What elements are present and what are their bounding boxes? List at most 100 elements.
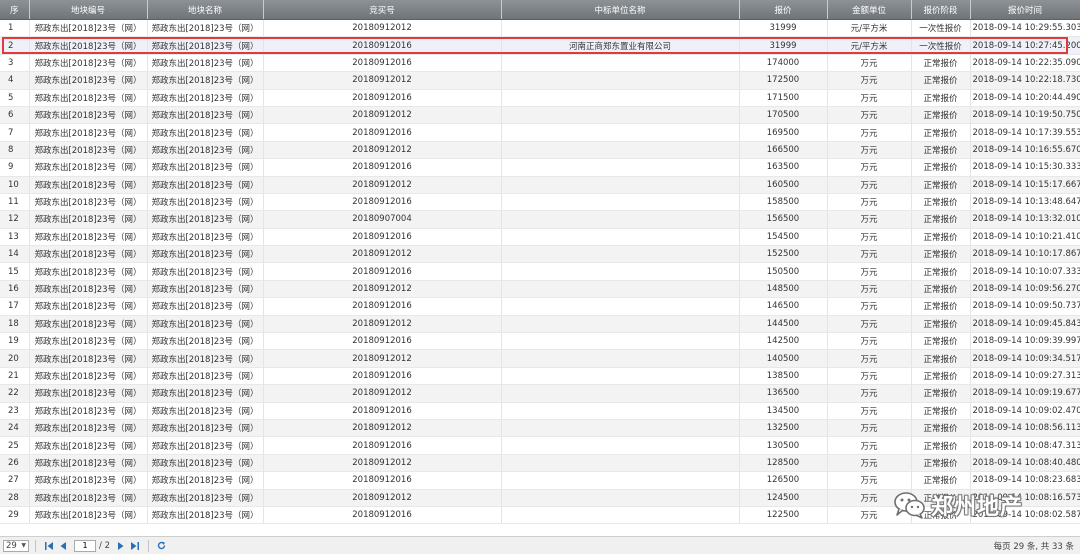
cell-plot-code: 郑政东出[2018]23号（网） — [29, 384, 148, 403]
cell-stage: 正常报价 — [911, 471, 971, 490]
col-header-index[interactable]: 序 — [0, 0, 30, 20]
cell-bid-number: 20180912012 — [263, 245, 502, 264]
table-row[interactable]: 29 郑政东出[2018]23号（网） 郑政东出[2018]23号（网） 201809… — [0, 506, 1080, 525]
cell-plot-code: 郑政东出[2018]23号（网） — [29, 141, 148, 160]
table-row[interactable]: 20 郑政东出[2018]23号（网） 郑政东出[2018]23号（网） 201809… — [0, 349, 1080, 368]
cell-plot-name: 郑政东出[2018]23号（网） — [147, 89, 264, 107]
table-row[interactable]: 15 郑政东出[2018]23号（网） 郑政东出[2018]23号（网） 201809… — [0, 262, 1080, 281]
cell-plot-name: 郑政东出[2018]23号（网） — [147, 19, 264, 38]
table-row[interactable]: 24 郑政东出[2018]23号（网） 郑政东出[2018]23号（网） 201809… — [0, 419, 1080, 438]
col-header-winner[interactable]: 中标单位名称 — [501, 0, 740, 20]
col-header-time[interactable]: 报价时间 — [970, 0, 1080, 20]
cell-price: 144500 — [739, 315, 828, 334]
table-row[interactable]: 3 郑政东出[2018]23号（网） 郑政东出[2018]23号（网） 2018091… — [0, 54, 1080, 73]
table-row[interactable]: 14 郑政东出[2018]23号（网） 郑政东出[2018]23号（网） 201809… — [0, 245, 1080, 264]
table-row[interactable]: 23 郑政东出[2018]23号（网） 郑政东出[2018]23号（网） 201809… — [0, 402, 1080, 420]
cell-price: 166500 — [739, 141, 828, 160]
table-row[interactable]: 9 郑政东出[2018]23号（网） 郑政东出[2018]23号（网） 2018091… — [0, 158, 1080, 177]
first-page-button[interactable] — [42, 539, 56, 553]
cell-price: 132500 — [739, 419, 828, 438]
table-row[interactable]: 1 郑政东出[2018]23号（网） 郑政东出[2018]23号（网） 2018091… — [0, 19, 1080, 38]
cell-unit: 万元 — [827, 245, 912, 264]
cell-stage: 正常报价 — [911, 419, 971, 438]
prev-page-button[interactable] — [56, 539, 70, 553]
cell-price: 174000 — [739, 54, 828, 73]
table-row[interactable]: 7 郑政东出[2018]23号（网） 郑政东出[2018]23号（网） 2018091… — [0, 123, 1080, 142]
cell-unit: 万元 — [827, 280, 912, 299]
cell-index: 8 — [0, 141, 30, 160]
cell-time: 2018-09-14 10:09:02.470 — [970, 402, 1080, 420]
cell-index: 26 — [0, 454, 30, 473]
cell-plot-code: 郑政东出[2018]23号（网） — [29, 262, 148, 281]
cell-unit: 元/平方米 — [827, 36, 912, 55]
cell-unit: 万元 — [827, 210, 912, 229]
col-header-unit[interactable]: 金额单位 — [827, 0, 912, 20]
cell-time: 2018-09-14 10:09:27.313 — [970, 367, 1080, 386]
cell-price: 136500 — [739, 384, 828, 403]
cell-index: 18 — [0, 315, 30, 334]
table-row[interactable]: 28 郑政东出[2018]23号（网） 郑政东出[2018]23号（网） 201809… — [0, 489, 1080, 507]
cell-stage: 正常报价 — [911, 332, 971, 351]
cell-plot-code: 郑政东出[2018]23号（网） — [29, 36, 148, 55]
table-row[interactable]: 12 郑政东出[2018]23号（网） 郑政东出[2018]23号（网） 201809… — [0, 210, 1080, 229]
table-row[interactable]: 6 郑政东出[2018]23号（网） 郑政东出[2018]23号（网） 2018091… — [0, 106, 1080, 125]
cell-plot-name: 郑政东出[2018]23号（网） — [147, 315, 264, 334]
table-row[interactable]: 5 郑政东出[2018]23号（网） 郑政东出[2018]23号（网） 2018091… — [0, 89, 1080, 107]
pager-divider — [147, 539, 149, 552]
cell-time: 2018-09-14 10:08:02.587 — [970, 506, 1080, 525]
table-row[interactable]: 25 郑政东出[2018]23号（网） 郑政东出[2018]23号（网） 201809… — [0, 436, 1080, 455]
refresh-button[interactable] — [155, 539, 169, 553]
table-row[interactable]: 16 郑政东出[2018]23号（网） 郑政东出[2018]23号（网） 201809… — [0, 280, 1080, 299]
col-header-plot-name[interactable]: 地块名称 — [147, 0, 264, 20]
cell-winner — [501, 454, 740, 473]
table-row[interactable]: 27 郑政东出[2018]23号（网） 郑政东出[2018]23号（网） 201809… — [0, 471, 1080, 490]
next-page-button[interactable] — [114, 539, 128, 553]
cell-index: 4 — [0, 71, 30, 90]
cell-time: 2018-09-14 10:17:39.553 — [970, 123, 1080, 142]
table-row[interactable]: 18 郑政东出[2018]23号（网） 郑政东出[2018]23号（网） 201809… — [0, 315, 1080, 334]
table-row[interactable]: 10 郑政东出[2018]23号（网） 郑政东出[2018]23号（网） 201809… — [0, 176, 1080, 194]
cell-plot-code: 郑政东出[2018]23号（网） — [29, 210, 148, 229]
cell-unit: 万元 — [827, 332, 912, 351]
cell-plot-name: 郑政东出[2018]23号（网） — [147, 489, 264, 507]
cell-plot-name: 郑政东出[2018]23号（网） — [147, 454, 264, 473]
refresh-icon — [158, 541, 166, 550]
cell-plot-code: 郑政东出[2018]23号（网） — [29, 436, 148, 455]
col-header-bid-number[interactable]: 竞买号 — [263, 0, 502, 20]
page-size-select[interactable]: 29 ▼ — [3, 539, 29, 552]
cell-plot-code: 郑政东出[2018]23号（网） — [29, 454, 148, 473]
table-row[interactable]: 17 郑政东出[2018]23号（网） 郑政东出[2018]23号（网） 201809… — [0, 297, 1080, 316]
cell-price: 158500 — [739, 193, 828, 212]
cell-price: 134500 — [739, 402, 828, 420]
cell-winner — [501, 367, 740, 386]
cell-unit: 万元 — [827, 123, 912, 142]
table-row[interactable]: 4 郑政东出[2018]23号（网） 郑政东出[2018]23号（网） 2018091… — [0, 71, 1080, 90]
table-row[interactable]: 19 郑政东出[2018]23号（网） 郑政东出[2018]23号（网） 201809… — [0, 332, 1080, 351]
table-row[interactable]: 2 郑政东出[2018]23号（网） 郑政东出[2018]23号（网） 2018091… — [0, 36, 1080, 55]
col-header-plot-code[interactable]: 地块编号 — [29, 0, 148, 20]
cell-stage: 正常报价 — [911, 141, 971, 160]
table-row[interactable]: 22 郑政东出[2018]23号（网） 郑政东出[2018]23号（网） 201809… — [0, 384, 1080, 403]
cell-plot-name: 郑政东出[2018]23号（网） — [147, 245, 264, 264]
bid-table: 序 地块编号 地块名称 竞买号 中标单位名称 报价 金额单位 报价阶段 报价时间… — [0, 0, 1080, 525]
table-row[interactable]: 26 郑政东出[2018]23号（网） 郑政东出[2018]23号（网） 201809… — [0, 454, 1080, 473]
col-header-stage[interactable]: 报价阶段 — [911, 0, 971, 20]
table-row[interactable]: 8 郑政东出[2018]23号（网） 郑政东出[2018]23号（网） 2018091… — [0, 141, 1080, 160]
cell-time: 2018-09-14 10:22:18.730 — [970, 71, 1080, 90]
col-header-price[interactable]: 报价 — [739, 0, 828, 20]
cell-bid-number: 20180912012 — [263, 71, 502, 90]
cell-plot-code: 郑政东出[2018]23号（网） — [29, 71, 148, 90]
cell-winner: 河南正商郑东置业有限公司 — [501, 36, 740, 55]
cell-unit: 万元 — [827, 176, 912, 194]
last-page-button[interactable] — [128, 539, 142, 553]
cell-bid-number: 20180912016 — [263, 506, 502, 525]
table-row[interactable]: 21 郑政东出[2018]23号（网） 郑政东出[2018]23号（网） 201809… — [0, 367, 1080, 386]
current-page-input[interactable] — [74, 539, 96, 552]
cell-unit: 万元 — [827, 454, 912, 473]
cell-plot-name: 郑政东出[2018]23号（网） — [147, 106, 264, 125]
table-row[interactable]: 13 郑政东出[2018]23号（网） 郑政东出[2018]23号（网） 201809… — [0, 228, 1080, 247]
cell-unit: 万元 — [827, 367, 912, 386]
cell-plot-code: 郑政东出[2018]23号（网） — [29, 332, 148, 351]
table-row[interactable]: 11 郑政东出[2018]23号（网） 郑政东出[2018]23号（网） 201809… — [0, 193, 1080, 212]
cell-price: 128500 — [739, 454, 828, 473]
